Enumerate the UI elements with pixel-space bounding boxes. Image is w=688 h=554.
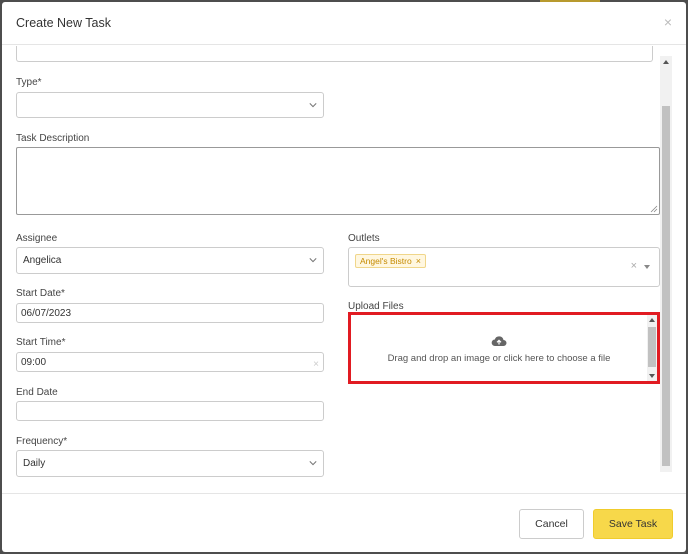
clear-icon[interactable]: ×: [631, 260, 637, 272]
save-task-button[interactable]: Save Task: [593, 509, 673, 539]
upload-files-label: Upload Files: [348, 301, 404, 312]
type-select[interactable]: [16, 92, 324, 118]
outlets-label: Outlets: [348, 233, 380, 244]
start-time-input[interactable]: 09:00 ×: [16, 352, 324, 372]
cancel-button[interactable]: Cancel: [519, 509, 584, 539]
create-task-modal: Create New Task × Type* Task Description…: [2, 2, 686, 552]
assignee-value: Angelica: [23, 255, 62, 266]
chevron-down-icon: [309, 103, 317, 108]
start-time-value: 09:00: [21, 356, 47, 368]
upload-scrollbar[interactable]: [647, 315, 657, 381]
chevron-down-icon: [309, 461, 317, 466]
scrollbar-thumb[interactable]: [662, 106, 670, 466]
frequency-value: Daily: [23, 458, 46, 469]
description-textarea[interactable]: [16, 147, 660, 215]
upload-prompt: Drag and drop an image or click here to …: [387, 353, 611, 364]
outlets-multiselect[interactable]: Angel's Bistro × ×: [348, 247, 660, 287]
upload-dropzone-area[interactable]: Drag and drop an image or click here to …: [351, 315, 647, 381]
start-time-label: Start Time*: [16, 337, 66, 348]
modal-title: Create New Task: [16, 16, 111, 30]
modal-body[interactable]: Type* Task Description Assignee Angelica…: [2, 46, 686, 493]
end-date-input[interactable]: [16, 401, 324, 421]
scroll-up-icon[interactable]: [663, 60, 669, 64]
task-name-input[interactable]: [16, 46, 653, 62]
start-date-label: Start Date*: [16, 288, 65, 299]
upload-dropzone[interactable]: Drag and drop an image or click here to …: [348, 312, 660, 384]
outlet-tag: Angel's Bistro ×: [355, 254, 426, 268]
clear-icon[interactable]: ×: [313, 359, 319, 370]
outlet-tag-label: Angel's Bistro: [360, 256, 412, 266]
close-icon[interactable]: ×: [664, 14, 672, 30]
modal-body-scrollbar[interactable]: [660, 56, 672, 472]
cloud-upload-icon: [491, 336, 507, 347]
frequency-select[interactable]: Daily: [16, 450, 324, 477]
frequency-label: Frequency*: [16, 436, 68, 447]
resize-handle-icon[interactable]: [650, 205, 658, 213]
tag-remove-icon[interactable]: ×: [416, 256, 421, 266]
end-date-label: End Date: [16, 387, 58, 398]
caret-down-icon[interactable]: [644, 265, 650, 269]
type-label: Type*: [16, 77, 42, 88]
modal-header: Create New Task ×: [2, 2, 686, 45]
description-label: Task Description: [16, 133, 90, 144]
modal-footer: Cancel Save Task: [2, 493, 686, 552]
chevron-down-icon: [309, 258, 317, 263]
scroll-down-icon[interactable]: [649, 374, 655, 378]
start-date-value: 06/07/2023: [21, 307, 72, 319]
scrollbar-thumb[interactable]: [648, 327, 656, 367]
assignee-select[interactable]: Angelica: [16, 247, 324, 274]
scroll-up-icon[interactable]: [649, 318, 655, 322]
assignee-label: Assignee: [16, 233, 58, 244]
start-date-input[interactable]: 06/07/2023: [16, 303, 324, 323]
